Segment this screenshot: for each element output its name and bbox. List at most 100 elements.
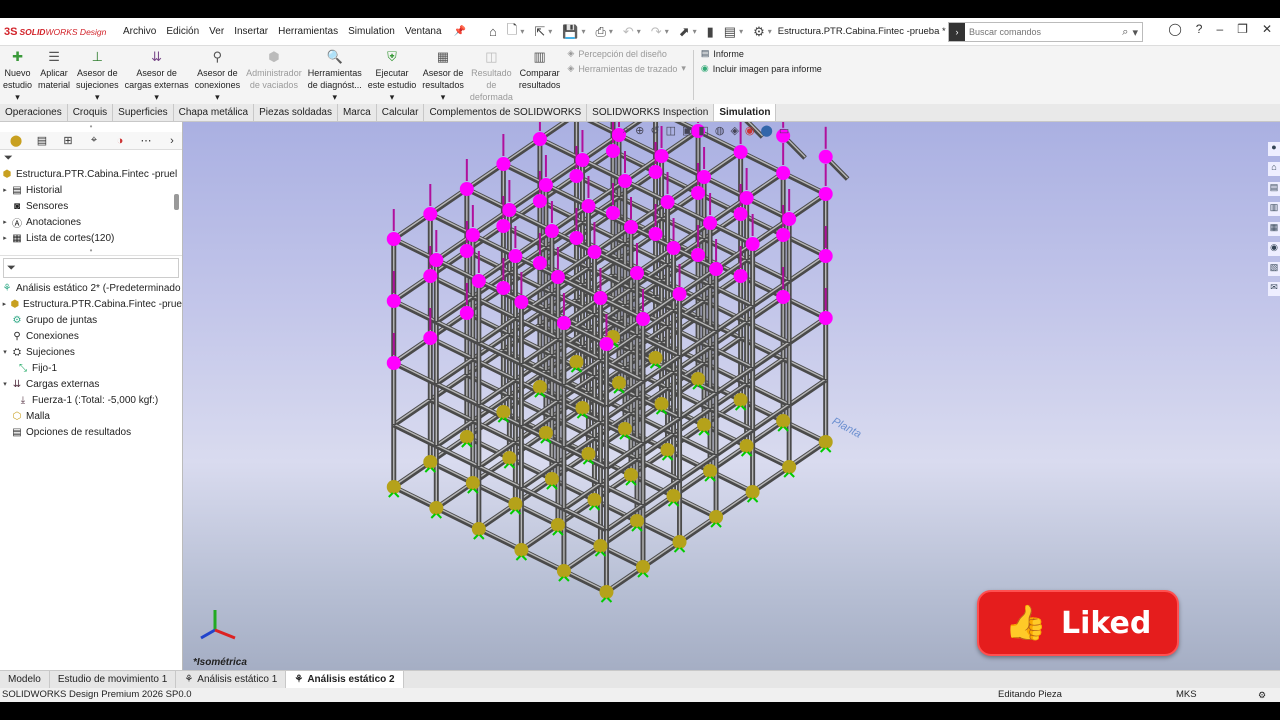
- load-node[interactable]: [654, 149, 669, 163]
- design-library-icon[interactable]: ▤: [1268, 182, 1280, 196]
- dynamic-annotation-icon[interactable]: ▣: [682, 124, 692, 137]
- options-dropdown-icon[interactable]: ▾: [768, 27, 772, 36]
- beam-member[interactable]: [520, 547, 566, 574]
- external-loads-advisor-button[interactable]: ⇊ Asesor de cargas externas ▾: [122, 46, 192, 103]
- load-node[interactable]: [733, 207, 748, 221]
- fixture-node[interactable]: [508, 497, 523, 511]
- load-node[interactable]: [739, 191, 754, 205]
- load-node[interactable]: [648, 227, 663, 241]
- load-node[interactable]: [818, 249, 833, 263]
- load-node[interactable]: [818, 187, 833, 201]
- study-item-result-options[interactable]: ▤ Opciones de resultados: [0, 424, 182, 440]
- load-node[interactable]: [496, 157, 511, 171]
- user-account-icon[interactable]: ◯: [1168, 22, 1181, 36]
- search-dropdown-icon[interactable]: ▾: [1132, 26, 1142, 39]
- apply-scene-icon[interactable]: ⬤: [761, 124, 773, 137]
- fixture-node[interactable]: [697, 418, 712, 432]
- new-study-button[interactable]: ✚ Nuevo estudio ▾: [0, 46, 35, 103]
- close-icon[interactable]: ✕: [1262, 22, 1272, 36]
- home-pane-icon[interactable]: ⌂: [1268, 162, 1280, 176]
- tab-static-analysis-2[interactable]: ⚘ Análisis estático 2: [286, 671, 404, 688]
- collapse-arrow-icon[interactable]: ▾: [0, 348, 10, 356]
- view-orientation-icon[interactable]: ◧: [698, 124, 708, 137]
- connections-advisor-button[interactable]: ⚲ Asesor de conexiones ▾: [192, 46, 244, 103]
- study-item-part[interactable]: ▸ ⬢ Estructura.PTR.Cabina.Fintec -prue: [0, 296, 182, 312]
- load-node[interactable]: [618, 174, 632, 188]
- load-node[interactable]: [496, 219, 511, 233]
- fixture-node[interactable]: [556, 564, 571, 578]
- fixture-node[interactable]: [465, 476, 480, 490]
- fixture-node[interactable]: [782, 460, 797, 474]
- tab-superficies[interactable]: Superficies: [113, 104, 174, 121]
- load-node[interactable]: [776, 290, 791, 304]
- fixture-node[interactable]: [612, 376, 626, 390]
- open-icon[interactable]: ⇱: [534, 24, 545, 40]
- load-node[interactable]: [818, 311, 833, 325]
- print-icon[interactable]: ⎙: [595, 24, 605, 40]
- load-node[interactable]: [624, 220, 638, 234]
- collapse-arrow-icon[interactable]: ▾: [0, 380, 10, 388]
- configuration-manager-icon[interactable]: ⊞: [58, 134, 78, 147]
- load-node[interactable]: [703, 216, 718, 230]
- results-advisor-button[interactable]: ▦ Asesor de resultados ▾: [419, 46, 467, 103]
- load-node[interactable]: [386, 232, 401, 246]
- display-style-icon[interactable]: ◍: [715, 124, 725, 137]
- load-node[interactable]: [630, 266, 644, 280]
- search-icon[interactable]: ⌕: [1122, 26, 1132, 39]
- fixture-node[interactable]: [739, 439, 754, 453]
- load-node[interactable]: [471, 274, 486, 288]
- load-node[interactable]: [550, 270, 565, 284]
- fixture-node[interactable]: [818, 435, 833, 449]
- shell-manager-button[interactable]: ⬢ Administrador de vaciados: [243, 46, 305, 91]
- fixture-node[interactable]: [636, 560, 650, 574]
- fixture-node[interactable]: [672, 535, 687, 549]
- load-node[interactable]: [666, 241, 681, 255]
- expand-arrow-icon[interactable]: ▸: [0, 218, 10, 226]
- tab-piezas-soldadas[interactable]: Piezas soldadas: [254, 104, 338, 121]
- load-node[interactable]: [733, 145, 748, 159]
- load-node[interactable]: [660, 195, 675, 209]
- load-node[interactable]: [465, 228, 480, 242]
- tab-chapa-metalica[interactable]: Chapa metálica: [174, 104, 255, 121]
- solidworks-logo[interactable]: 3S SOLIDWORKS Design: [0, 26, 118, 38]
- fixture-node[interactable]: [514, 543, 529, 557]
- fixture-node[interactable]: [703, 464, 718, 478]
- load-node[interactable]: [745, 237, 760, 251]
- load-node[interactable]: [672, 287, 687, 301]
- compare-results-button[interactable]: ▥ Comparar resultados: [516, 46, 564, 91]
- open-dropdown-icon[interactable]: ▾: [548, 27, 552, 36]
- study-item-joints[interactable]: ⚙ Grupo de juntas: [0, 312, 182, 328]
- load-node[interactable]: [782, 212, 797, 226]
- study-item-external-loads[interactable]: ▾ ⇊ Cargas externas: [0, 376, 182, 392]
- load-node[interactable]: [496, 281, 511, 295]
- load-node[interactable]: [575, 153, 590, 167]
- study-item-force-1[interactable]: ⤓ Fuerza-1 (:Total: -5,000 kgf:): [0, 392, 182, 408]
- display-manager-icon[interactable]: ◑: [110, 135, 130, 147]
- tab-simulation[interactable]: Simulation: [714, 104, 777, 121]
- fixtures-advisor-button[interactable]: ⊥ Asesor de sujeciones ▾: [73, 46, 122, 103]
- load-node[interactable]: [532, 194, 547, 208]
- hide-show-icon[interactable]: ◈: [730, 124, 738, 137]
- fixture-node[interactable]: [709, 510, 724, 524]
- fixture-node[interactable]: [502, 451, 517, 465]
- study-item-connections[interactable]: ⚲ Conexiones: [0, 328, 182, 344]
- feature-filter[interactable]: ⏷: [0, 150, 182, 166]
- forum-icon[interactable]: ✉: [1268, 282, 1280, 296]
- file-properties-icon[interactable]: ▤: [724, 24, 736, 40]
- report-item[interactable]: ▤ Informe: [701, 48, 822, 59]
- fixture-node[interactable]: [630, 514, 644, 528]
- redo-icon[interactable]: ↷: [651, 24, 662, 40]
- feature-manager-icon[interactable]: ⬤: [6, 134, 26, 147]
- file-explorer-icon[interactable]: ▥: [1268, 202, 1280, 216]
- undo-icon[interactable]: ↶: [623, 24, 634, 40]
- tab-croquis[interactable]: Croquis: [68, 104, 114, 121]
- select-cursor-icon[interactable]: ⬈: [679, 24, 690, 40]
- fixture-node[interactable]: [776, 414, 791, 428]
- load-node[interactable]: [502, 203, 517, 217]
- view-palette-icon[interactable]: ▦: [1268, 222, 1280, 236]
- load-node[interactable]: [606, 144, 620, 158]
- load-node[interactable]: [776, 166, 791, 180]
- menu-simulation[interactable]: Simulation: [343, 26, 400, 37]
- previous-view-icon[interactable]: ↺: [650, 124, 659, 137]
- load-node[interactable]: [544, 224, 559, 238]
